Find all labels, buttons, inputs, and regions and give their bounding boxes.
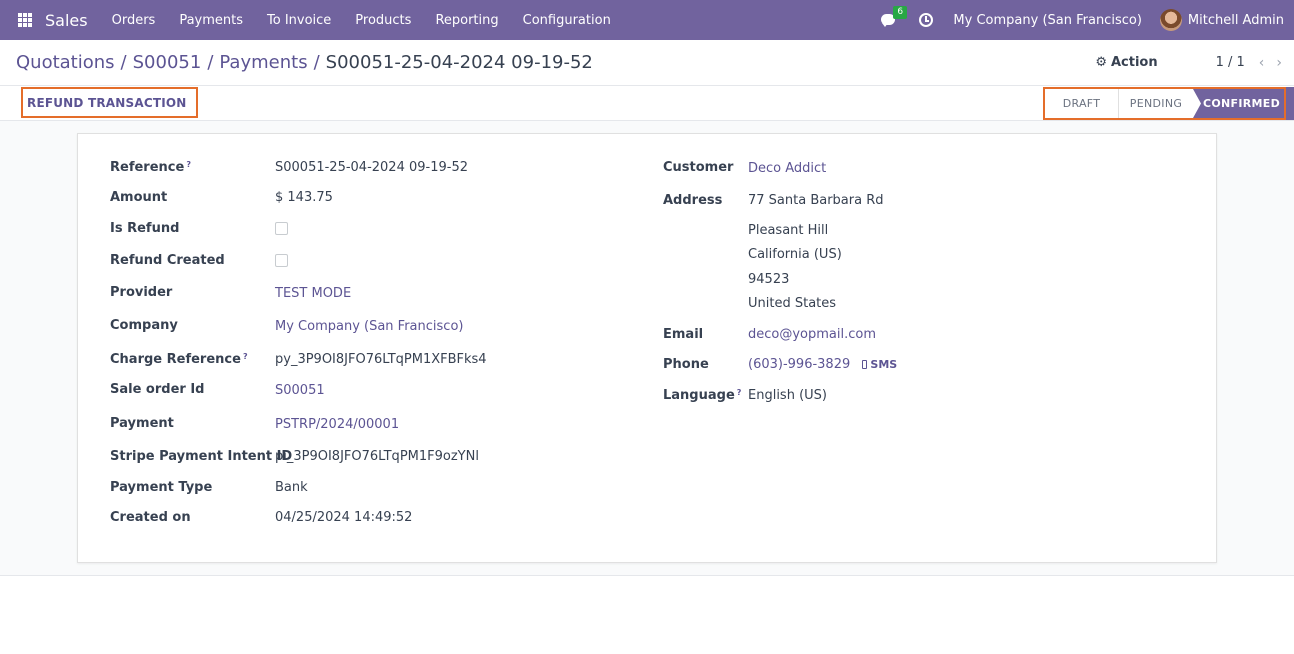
label-customer: Customer	[663, 160, 734, 175]
form-sheet: Reference? S00051-25-04-2024 09-19-52 Am…	[77, 133, 1217, 563]
address-state: California (US)	[748, 247, 842, 262]
sms-button[interactable]: SMS	[862, 358, 897, 371]
label-address: Address	[663, 193, 723, 208]
value-sale-order-link[interactable]: S00051	[275, 383, 325, 398]
breadcrumb-separator: /	[207, 52, 214, 73]
stage-draft[interactable]: DRAFT	[1045, 89, 1119, 118]
page-title: S00051-25-04-2024 09-19-52	[325, 52, 593, 73]
status-stages: DRAFT PENDING CONFIRMED	[1043, 87, 1286, 120]
value-charge-reference[interactable]: py_3P9OI8JFO76LTqPM1XFBFks4	[275, 352, 487, 367]
help-icon[interactable]: ?	[186, 160, 191, 169]
value-company-link[interactable]: My Company (San Francisco)	[275, 319, 463, 334]
chevron-right-icon[interactable]: ›	[1276, 55, 1282, 71]
value-created-on[interactable]: 04/25/2024 14:49:52	[275, 510, 412, 525]
control-panel: Quotations / S00051/Payments / S00051-25-04-…	[0, 40, 1294, 86]
breadcrumb-quotations[interactable]: Quotations	[16, 52, 115, 73]
value-payment-link[interactable]: PSTRP/2024/00001	[275, 417, 399, 432]
pager-value[interactable]: 1 / 1	[1216, 55, 1245, 70]
is-refund-checkbox[interactable]	[275, 222, 288, 235]
label-phone: Phone	[663, 357, 709, 372]
label-language: Language?	[663, 388, 742, 403]
breadcrumb-order[interactable]: S00051	[133, 52, 202, 73]
gear-icon: ⚙	[1095, 55, 1107, 70]
breadcrumb-separator: /	[120, 52, 127, 73]
value-provider-link[interactable]: TEST MODE	[275, 286, 351, 301]
label-is-refund: Is Refund	[110, 221, 180, 236]
label-reference: Reference?	[110, 160, 191, 175]
label-payment: Payment	[110, 416, 174, 431]
refund-transaction-button[interactable]: REFUND TRANSACTION	[21, 87, 198, 118]
app-brand[interactable]: Sales	[45, 11, 88, 30]
form-statusbar: REFUND TRANSACTION DRAFT PENDING CONFIRM…	[0, 86, 1294, 121]
chat-count-badge: 6	[893, 6, 908, 19]
address-city: Pleasant Hill	[748, 223, 829, 238]
address-zip: 94523	[748, 272, 790, 287]
refund-created-checkbox[interactable]	[275, 254, 288, 267]
value-stripe-intent[interactable]: pi_3P9OI8JFO76LTqPM1F9ozYNl	[275, 449, 479, 464]
status-stage-edge	[1286, 87, 1294, 120]
label-charge-reference: Charge Reference?	[110, 352, 248, 367]
action-label: Action	[1110, 55, 1158, 70]
user-menu[interactable]: Mitchell Admin	[1188, 13, 1284, 28]
value-phone-link[interactable]: (603)-996-3829	[748, 357, 850, 372]
address-street: 77 Santa Barbara Rd	[748, 193, 884, 208]
menu-configuration[interactable]: Configuration	[511, 13, 623, 28]
apps-grid-icon[interactable]	[18, 13, 32, 27]
menu-payments[interactable]: Payments	[167, 13, 255, 28]
mobile-phone-icon	[862, 360, 868, 369]
label-created-on: Created on	[110, 510, 191, 525]
help-icon[interactable]: ?	[737, 388, 742, 397]
phone-field: (603)-996-3829 SMS	[748, 357, 897, 372]
navbar-systray: 6 My Company (San Francisco) Mitchell Ad…	[881, 0, 1294, 40]
chevron-left-icon[interactable]: ‹	[1259, 55, 1265, 71]
label-company: Company	[110, 318, 178, 333]
stage-confirmed[interactable]: CONFIRMED	[1193, 89, 1284, 118]
label-provider: Provider	[110, 285, 173, 300]
action-button[interactable]: ⚙ Action	[1095, 55, 1157, 70]
breadcrumb-payments[interactable]: Payments	[219, 52, 307, 73]
menu-orders[interactable]: Orders	[100, 13, 168, 28]
breadcrumb-separator: /	[313, 52, 320, 73]
label-payment-type: Payment Type	[110, 480, 213, 495]
label-sale-order-id: Sale order Id	[110, 382, 205, 397]
value-payment-type[interactable]: Bank	[275, 480, 308, 495]
label-stripe-intent: Stripe Payment Intent ID	[110, 449, 293, 464]
menu-to-invoice[interactable]: To Invoice	[255, 13, 343, 28]
stage-pending[interactable]: PENDING	[1119, 89, 1193, 118]
label-refund-created: Refund Created	[110, 253, 225, 268]
menu-products[interactable]: Products	[343, 13, 423, 28]
top-navbar: Sales Orders Payments To Invoice Product…	[0, 0, 1294, 40]
value-language[interactable]: English (US)	[748, 388, 827, 403]
avatar[interactable]	[1159, 9, 1182, 31]
breadcrumb: Quotations / S00051/Payments / S00051-25-04-…	[16, 52, 593, 73]
help-icon[interactable]: ?	[243, 352, 248, 361]
menu-reporting[interactable]: Reporting	[423, 13, 510, 28]
value-reference[interactable]: S00051-25-04-2024 09-19-52	[275, 160, 468, 175]
company-switcher[interactable]: My Company (San Francisco)	[953, 13, 1141, 28]
value-amount[interactable]: $ 143.75	[275, 190, 333, 205]
chat-icon[interactable]: 6	[881, 6, 908, 27]
label-amount: Amount	[110, 190, 168, 205]
label-email: Email	[663, 327, 704, 342]
address-country: United States	[748, 296, 837, 311]
activity-clock-icon[interactable]	[919, 13, 934, 27]
value-customer-link[interactable]: Deco Addict	[748, 161, 826, 176]
value-email-link[interactable]: deco@yopmail.com	[748, 327, 876, 342]
